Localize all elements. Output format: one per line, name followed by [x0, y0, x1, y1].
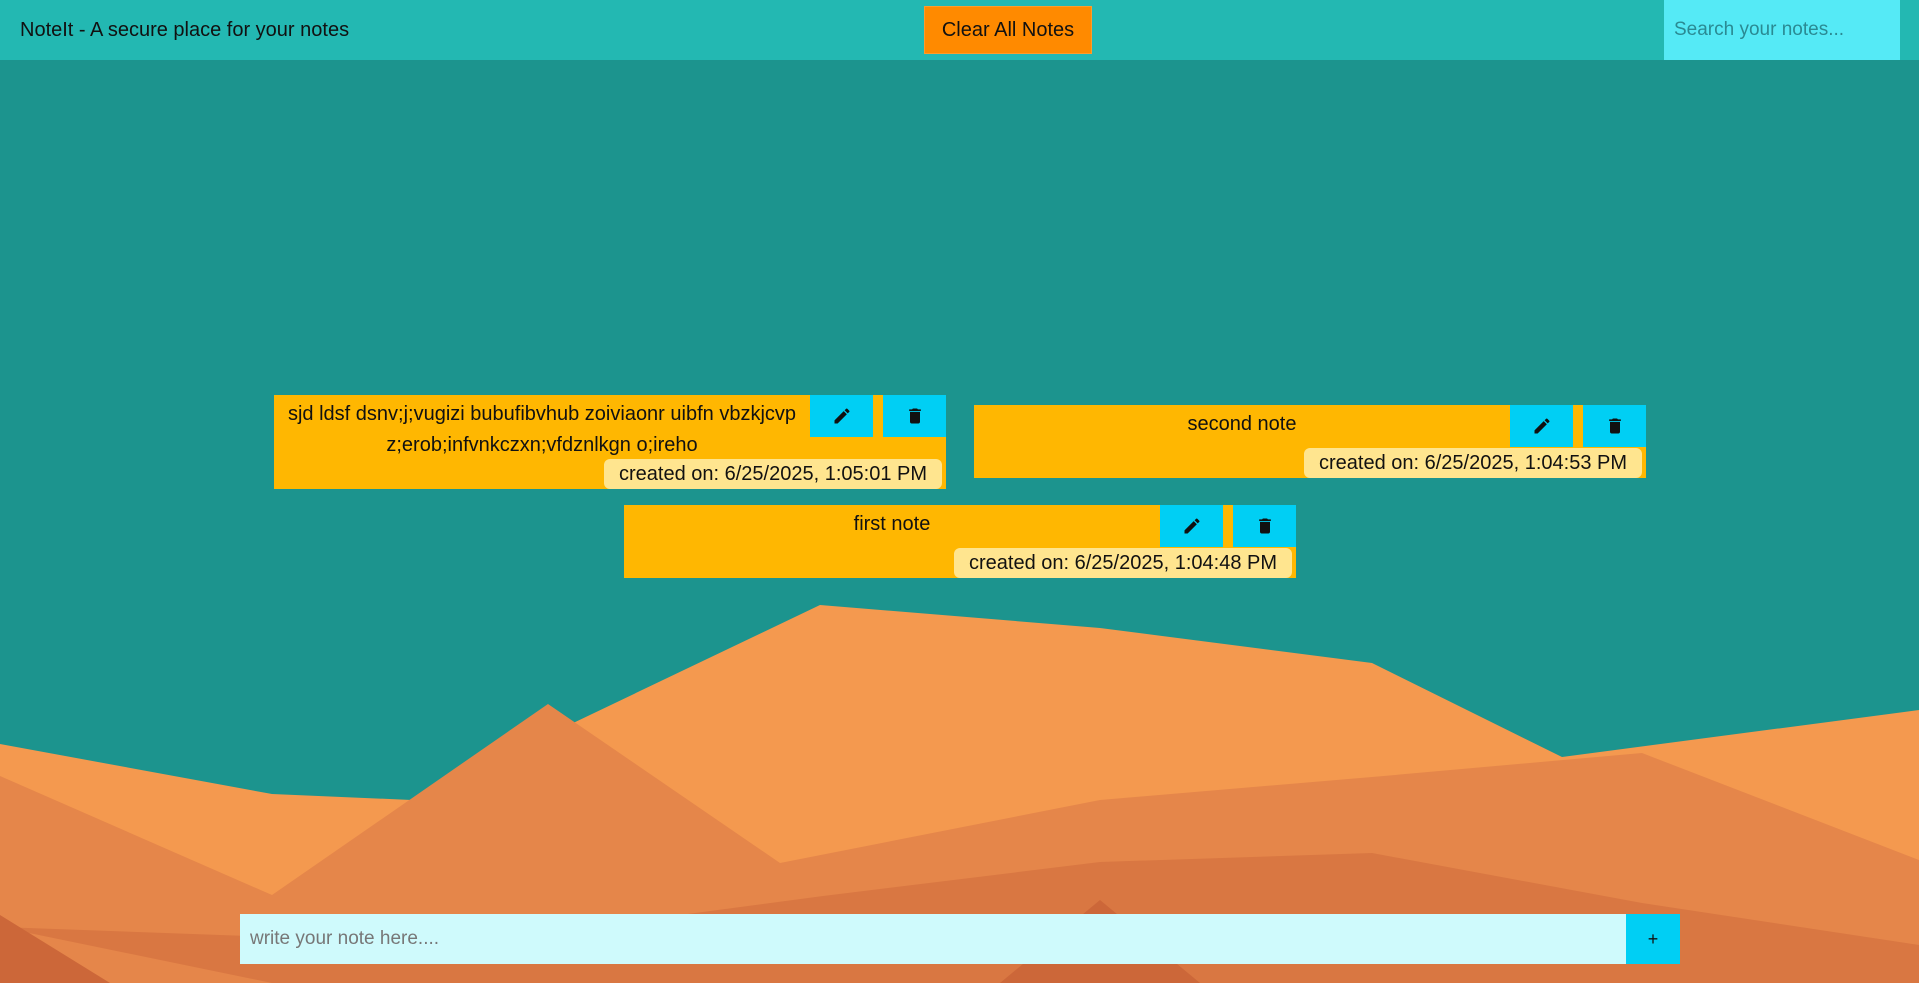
search-input[interactable]	[1664, 0, 1900, 60]
note-text: first note	[853, 513, 931, 535]
note-input[interactable]	[240, 914, 1626, 964]
pencil-icon	[834, 408, 850, 424]
delete-note-button[interactable]	[883, 395, 946, 437]
note-created-date: created on: 6/25/2025, 1:04:53 PM	[1304, 448, 1642, 478]
note-card: sjd ldsf dsnv;j;vugizi bubufibvhub zoivi…	[274, 395, 946, 489]
note-card: second note created on: 6/25/2025, 1:04:…	[974, 405, 1646, 478]
app-title: NoteIt - A secure place for your notes	[20, 19, 350, 41]
top-bar: NoteIt - A secure place for your notes C…	[0, 0, 1919, 60]
desert-background	[0, 605, 1919, 983]
delete-note-button[interactable]	[1583, 405, 1646, 447]
pencil-icon	[1184, 518, 1200, 534]
note-created-date: created on: 6/25/2025, 1:05:01 PM	[604, 459, 942, 489]
trash-icon	[908, 408, 921, 424]
trash-icon	[1258, 518, 1271, 534]
trash-icon	[1608, 418, 1621, 434]
edit-note-button[interactable]	[1160, 505, 1223, 547]
note-text: sjd ldsf dsnv;j;vugizi bubufibvhub zoivi…	[287, 403, 797, 456]
clear-all-notes-button[interactable]: Clear All Notes	[924, 6, 1092, 54]
add-note-button[interactable]: +	[1626, 914, 1680, 964]
note-text: second note	[1187, 413, 1297, 435]
note-composer: +	[240, 914, 1680, 964]
pencil-icon	[1534, 418, 1550, 434]
edit-note-button[interactable]	[1510, 405, 1573, 447]
edit-note-button[interactable]	[810, 395, 873, 437]
note-card: first note created on: 6/25/2025, 1:04:4…	[624, 505, 1296, 578]
app-page: NoteIt - A secure place for your notes C…	[0, 0, 1919, 983]
delete-note-button[interactable]	[1233, 505, 1296, 547]
note-created-date: created on: 6/25/2025, 1:04:48 PM	[954, 548, 1292, 578]
